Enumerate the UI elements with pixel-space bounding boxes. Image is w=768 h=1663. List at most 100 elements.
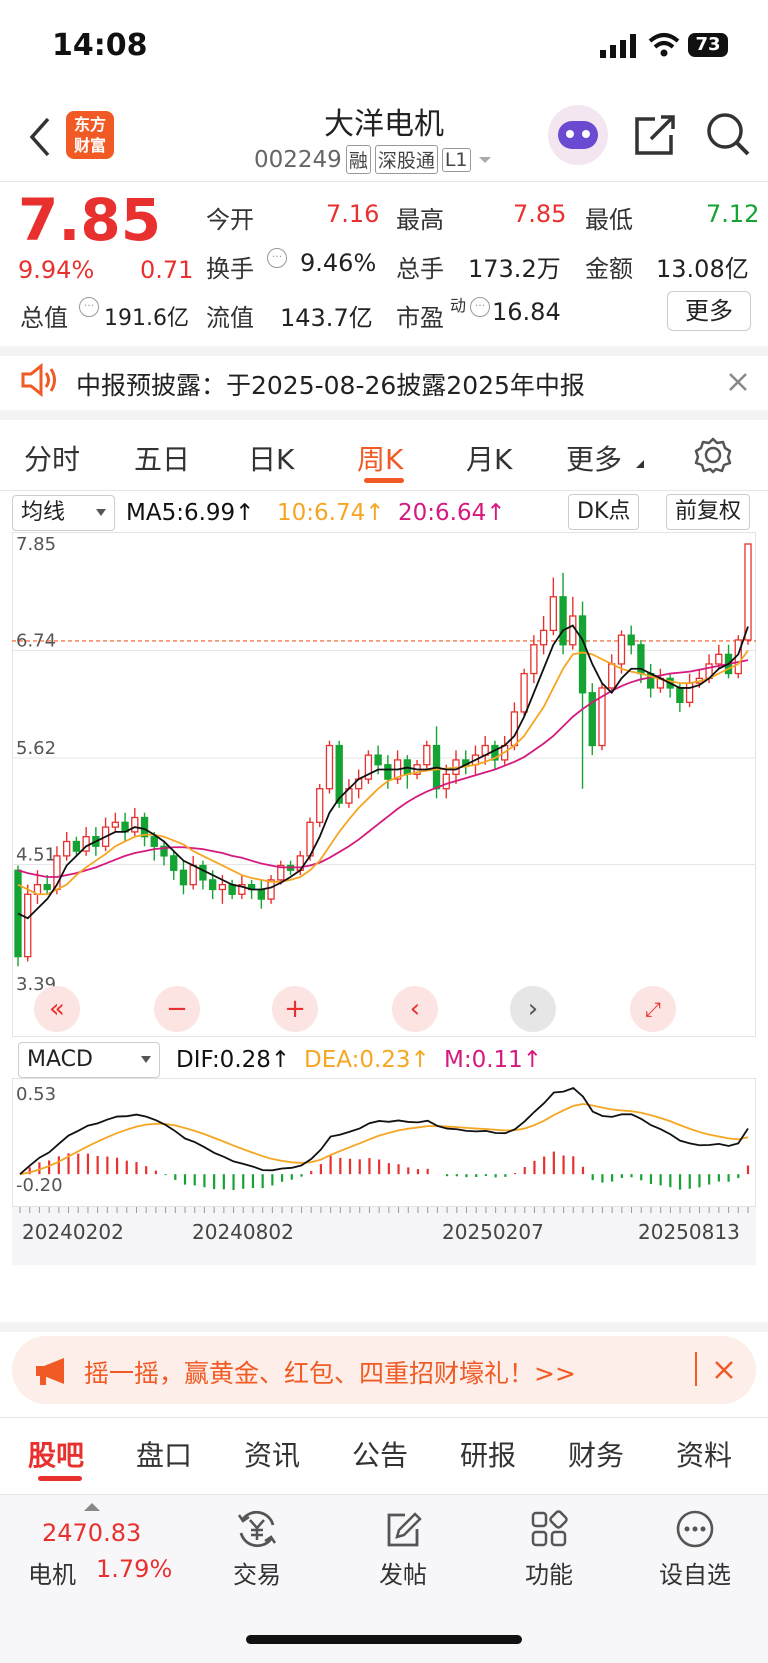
dea-line <box>19 1103 749 1176</box>
index-name[interactable]: 电机 <box>28 1555 76 1590</box>
fullscreen-button[interactable]: ⤢ <box>630 986 676 1032</box>
candle-body <box>62 840 71 857</box>
zoom-in-button[interactable]: + <box>272 986 318 1032</box>
candle-body <box>189 864 197 886</box>
more-button[interactable]: 更多 <box>667 291 751 331</box>
close-icon[interactable] <box>728 372 748 392</box>
dropdown-icon <box>478 156 491 163</box>
robot-assistant-icon[interactable] <box>548 105 608 165</box>
tab-five-day[interactable]: 五日 <box>134 438 190 478</box>
nav-bar: 东方 财富 大洋电机 002249 融 深股通 L1 <box>0 95 768 181</box>
add-watchlist-button[interactable]: 设自选 <box>650 1509 740 1590</box>
close-icon[interactable] <box>714 1360 734 1380</box>
status-time: 14:08 <box>52 28 148 63</box>
index-value[interactable]: 2470.83 <box>42 1519 141 1547</box>
tab-order-book[interactable]: 盘口 <box>136 1434 192 1474</box>
zoom-out-button[interactable]: − <box>154 986 200 1032</box>
chevron-down-icon <box>96 509 106 516</box>
post-button[interactable]: 发帖 <box>358 1509 448 1590</box>
candle-body <box>676 687 684 703</box>
x-tick-label: 20240802 <box>192 1220 294 1244</box>
tab-intraday[interactable]: 分时 <box>24 438 80 478</box>
search-icon[interactable] <box>705 111 751 157</box>
candle-body <box>608 663 616 689</box>
bottom-bar: 2470.83 电机 1.79% 交易 发帖 功能 设自选 <box>0 1495 768 1663</box>
function-label: 功能 <box>525 1561 573 1589</box>
tab-profile[interactable]: 资料 <box>676 1434 732 1474</box>
tab-weekly-k[interactable]: 周K <box>357 438 403 478</box>
battery-icon: 73 <box>688 33 728 57</box>
post-label: 发帖 <box>379 1561 427 1589</box>
candle-body <box>578 615 587 694</box>
tab-forum[interactable]: 股吧 <box>28 1434 84 1474</box>
x-tick-label: 20240202 <box>22 1220 124 1244</box>
active-tab-indicator <box>38 1476 82 1481</box>
tab-research[interactable]: 研报 <box>460 1434 516 1474</box>
current-price: 7.85 <box>18 186 162 254</box>
scroll-left-button[interactable]: ‹ <box>392 986 438 1032</box>
m-label: M:0.11↑ <box>444 1047 543 1073</box>
info-icon[interactable]: ··· <box>267 248 287 268</box>
scroll-left-fast-button[interactable]: « <box>34 986 80 1032</box>
info-icon[interactable]: ··· <box>470 297 490 317</box>
banner-text: 摇一摇，赢黄金、红包、四重招财壕礼！>> <box>84 1359 576 1388</box>
grid-icon <box>531 1510 568 1547</box>
dif-label: DIF:0.28↑ <box>176 1047 291 1073</box>
tab-daily-k[interactable]: 日K <box>248 438 294 478</box>
tag-connect: 深股通 <box>374 145 438 174</box>
candle-body <box>150 836 158 847</box>
status-bar: 14:08 73 <box>0 0 768 95</box>
candle-body <box>549 596 558 632</box>
ma5-line <box>17 624 749 920</box>
notice-bar[interactable]: 中报预披露：于2025-08-26披露2025年中报 <box>0 356 768 408</box>
macd-chart[interactable]: 0.53 -0.20 20240202 20240802 20250207 2025081… <box>12 1078 756 1265</box>
pe-superscript: 动 <box>450 296 467 315</box>
candle-body <box>530 644 538 675</box>
up-arrow-icon <box>84 1503 100 1511</box>
tab-finance[interactable]: 财务 <box>568 1434 624 1474</box>
x-tick-label: 20250207 <box>442 1220 544 1244</box>
dea-label: DEA:0.23↑ <box>304 1047 430 1073</box>
kline-chart[interactable]: 7.856.745.624.513.39 <box>12 532 756 1037</box>
notice-text: 中报预披露：于2025-08-26披露2025年中报 <box>76 371 585 400</box>
active-tab-indicator <box>364 478 404 483</box>
candle-body <box>617 634 626 665</box>
ma20-line <box>17 659 749 878</box>
amount-value: 13.08亿 <box>656 255 749 283</box>
section-gap <box>0 346 768 356</box>
candle-body <box>510 711 519 747</box>
ma10-line <box>17 649 749 896</box>
indicator-select[interactable]: 均线 <box>12 495 115 531</box>
speaker-icon <box>21 362 56 398</box>
tab-news[interactable]: 资讯 <box>244 1434 300 1474</box>
function-button[interactable]: 功能 <box>504 1509 594 1590</box>
scroll-right-button[interactable]: › <box>510 986 556 1032</box>
tab-monthly-k[interactable]: 月K <box>466 438 512 478</box>
ma5-label: MA5:6.99↑ <box>126 500 255 526</box>
dk-button[interactable]: DK点 <box>568 494 640 530</box>
tab-announcements[interactable]: 公告 <box>352 1434 408 1474</box>
mktcap-label: 总值 <box>20 304 68 332</box>
candle-body <box>257 888 266 900</box>
info-icon[interactable]: ··· <box>79 297 99 317</box>
indicator-select-label: 均线 <box>21 500 66 525</box>
promo-banner[interactable]: 摇一摇，赢黄金、红包、四重招财壕礼！>> <box>12 1336 756 1404</box>
share-icon[interactable] <box>633 113 677 157</box>
change-percent: 9.94% <box>18 256 95 284</box>
index-percent[interactable]: 1.79% <box>96 1555 172 1583</box>
tag-margin: 融 <box>345 145 371 174</box>
candle-body <box>559 596 567 646</box>
gear-icon[interactable] <box>694 436 732 474</box>
candle-body <box>179 869 188 886</box>
adjust-button[interactable]: 前复权 <box>666 494 751 530</box>
trade-button[interactable]: 交易 <box>212 1509 302 1590</box>
high-value: 7.85 <box>513 200 567 228</box>
ma20-label: 20:6.64↑ <box>398 500 506 526</box>
open-label: 今开 <box>206 206 254 234</box>
section-gap <box>0 1322 768 1332</box>
stock-code-row[interactable]: 002249 融 深股通 L1 <box>254 145 495 174</box>
candle-body <box>325 744 334 790</box>
high-label: 最高 <box>396 206 444 234</box>
macd-select[interactable]: MACD <box>18 1042 160 1078</box>
tab-more[interactable]: 更多 <box>566 438 622 478</box>
